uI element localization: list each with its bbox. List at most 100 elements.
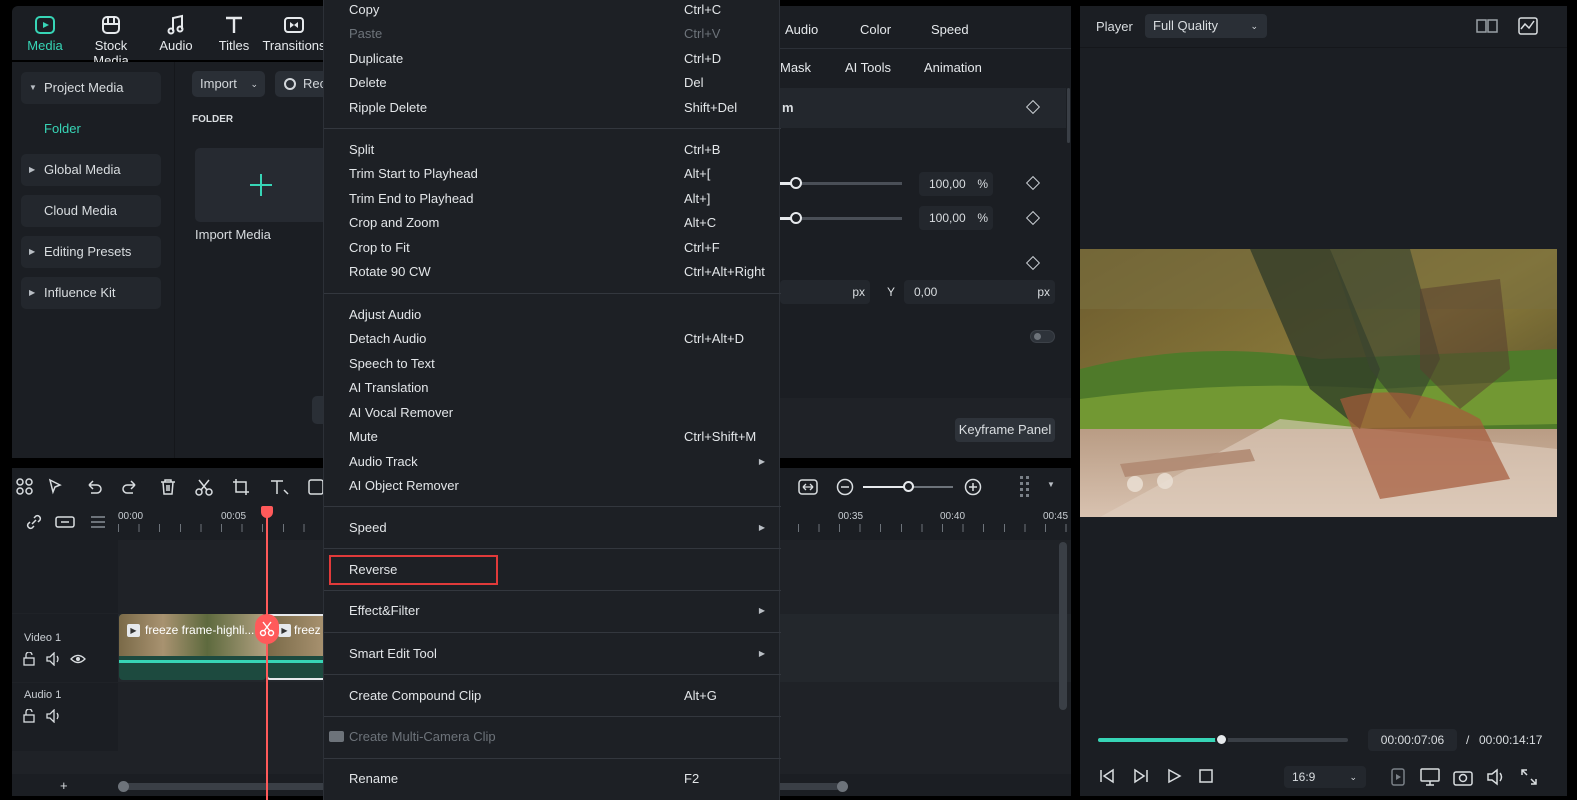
playhead-line[interactable]: [266, 506, 268, 800]
split-marker[interactable]: [255, 614, 279, 644]
menu-item-crop-to-fit[interactable]: Crop to Fit Ctrl+F: [349, 239, 769, 257]
menu-item-create-compound-clip[interactable]: Create Compound Clip Alt+G: [349, 687, 769, 705]
zoom-out-icon[interactable]: [836, 478, 854, 496]
sidebar-item-editing-presets[interactable]: ▶ Editing Presets: [21, 236, 161, 268]
undo-icon[interactable]: [85, 478, 103, 496]
menu-item-detach-audio[interactable]: Detach Audio Ctrl+Alt+D: [349, 330, 769, 348]
scale-x-field[interactable]: 100,00 %: [919, 172, 993, 196]
menu-item-smart-edit-tool[interactable]: Smart Edit Tool ▶: [349, 645, 769, 663]
current-time-field[interactable]: 00:00:07:06: [1368, 729, 1457, 751]
menu-item-copy[interactable]: Copy Ctrl+C: [349, 1, 769, 19]
menu-item-adjust-audio[interactable]: Adjust Audio: [349, 306, 769, 324]
menu-item-duplicate[interactable]: Duplicate Ctrl+D: [349, 50, 769, 68]
nav-titles[interactable]: Titles: [202, 10, 266, 58]
scrollbar-handle-left[interactable]: [118, 781, 129, 792]
sidebar-item-influence-kit[interactable]: ▶ Influence Kit: [21, 277, 161, 309]
keyframe-diamond-icon[interactable]: [1025, 175, 1041, 191]
import-media-tile[interactable]: [195, 148, 324, 222]
nav-audio[interactable]: Audio: [144, 10, 208, 58]
stop-icon[interactable]: [1198, 768, 1214, 784]
menu-item-speed[interactable]: Speed ▶: [349, 519, 769, 537]
record-button[interactable]: Rec: [275, 71, 326, 97]
nav-media[interactable]: Media: [12, 10, 78, 58]
menu-item-ai-object-remover[interactable]: AI Object Remover: [349, 477, 769, 495]
select-tool-icon[interactable]: [48, 478, 66, 496]
menu-item-mute[interactable]: Mute Ctrl+Shift+M: [349, 428, 769, 446]
text-tool-icon[interactable]: [269, 478, 291, 496]
sidebar-item-folder[interactable]: Folder: [21, 113, 161, 145]
subtab-mask[interactable]: Mask: [780, 60, 811, 75]
menu-item-speech-to-text[interactable]: Speech to Text: [349, 355, 769, 373]
position-x-field[interactable]: px: [780, 280, 870, 304]
menu-item-effect-filter[interactable]: Effect&Filter ▶: [349, 602, 769, 620]
scale-y-field[interactable]: 100,00 %: [919, 206, 993, 230]
lock-icon[interactable]: [22, 709, 36, 723]
track-height-icon[interactable]: [1018, 475, 1032, 499]
sidebar-item-global-media[interactable]: ▶ Global Media: [21, 154, 161, 186]
menu-item-trim-end-to-playhead[interactable]: Trim End to Playhead Alt+]: [349, 190, 769, 208]
render-preview-icon[interactable]: [1390, 768, 1406, 786]
slider-thumb[interactable]: [790, 177, 802, 189]
menu-item-rename[interactable]: Rename F2: [349, 770, 769, 788]
menu-item-crop-and-zoom[interactable]: Crop and Zoom Alt+C: [349, 214, 769, 232]
lock-icon[interactable]: [22, 652, 36, 666]
tab-color[interactable]: Color: [860, 22, 891, 37]
fullscreen-icon[interactable]: [1520, 768, 1538, 786]
menu-item-ripple-delete[interactable]: Ripple Delete Shift+Del: [349, 99, 769, 117]
sidebar-item-project-media[interactable]: ▼ Project Media: [21, 72, 161, 104]
caret-down-icon[interactable]: ▼: [1047, 480, 1055, 489]
video-clip-1[interactable]: ▶ freeze frame-highli...: [119, 614, 266, 680]
crop-icon[interactable]: [232, 478, 250, 496]
aspect-ratio-dropdown[interactable]: 16:9 ⌄: [1284, 766, 1366, 788]
section-header[interactable]: m: [780, 88, 1066, 128]
redo-icon[interactable]: [121, 478, 139, 496]
previous-frame-icon[interactable]: [1099, 768, 1115, 784]
play-icon[interactable]: [1166, 768, 1182, 784]
display-icon[interactable]: [1420, 768, 1440, 786]
delete-icon[interactable]: [159, 478, 177, 496]
playhead-handle[interactable]: [261, 506, 273, 518]
menu-item-rotate-90-cw[interactable]: Rotate 90 CW Ctrl+Alt+Right: [349, 263, 769, 281]
menu-item-split[interactable]: Split Ctrl+B: [349, 141, 769, 159]
zoom-slider[interactable]: [863, 481, 953, 492]
subtab-ai-tools[interactable]: AI Tools: [845, 60, 891, 75]
tab-audio[interactable]: Audio: [785, 22, 818, 37]
compare-view-icon[interactable]: [1476, 18, 1498, 34]
zoom-slider-thumb[interactable]: [903, 481, 914, 492]
magnet-icon[interactable]: [55, 514, 75, 530]
scissors-icon[interactable]: [195, 478, 213, 496]
keyframe-diamond-icon[interactable]: [1025, 255, 1041, 271]
position-y-field[interactable]: 0,00 px: [904, 280, 1055, 304]
sidebar-item-cloud-media[interactable]: Cloud Media: [21, 195, 161, 227]
speaker-icon[interactable]: [46, 709, 62, 723]
menu-item-audio-track[interactable]: Audio Track ▶: [349, 453, 769, 471]
snapshot-icon[interactable]: [1453, 768, 1473, 786]
track-manager-icon[interactable]: [89, 514, 107, 530]
volume-icon[interactable]: [1486, 768, 1506, 786]
eye-icon[interactable]: [70, 652, 86, 666]
add-track-button[interactable]: +: [60, 778, 68, 793]
menu-item-delete[interactable]: Delete Del: [349, 74, 769, 92]
zoom-in-icon[interactable]: [964, 478, 982, 496]
next-frame-icon[interactable]: [1133, 768, 1149, 784]
speaker-icon[interactable]: [46, 652, 62, 666]
tab-speed[interactable]: Speed: [931, 22, 969, 37]
vertical-scrollbar[interactable]: [1059, 542, 1067, 710]
import-dropdown[interactable]: Import ⌄: [192, 71, 265, 97]
menu-item-ai-translation[interactable]: AI Translation: [349, 379, 769, 397]
playback-thumb[interactable]: [1214, 733, 1228, 746]
menu-item-ai-vocal-remover[interactable]: AI Vocal Remover: [349, 404, 769, 422]
quality-dropdown[interactable]: Full Quality ⌄: [1145, 14, 1267, 38]
link-icon[interactable]: [25, 513, 43, 531]
video-preview[interactable]: [1080, 249, 1557, 517]
toggle-switch[interactable]: [1030, 330, 1055, 343]
subtab-animation[interactable]: Animation: [924, 60, 982, 75]
scrollbar-handle-right[interactable]: [837, 781, 848, 792]
layout-grid-icon[interactable]: [16, 478, 34, 496]
nav-stock-media[interactable]: Stock Media: [76, 10, 146, 68]
menu-item-trim-start-to-playhead[interactable]: Trim Start to Playhead Alt+[: [349, 165, 769, 183]
scrollbar[interactable]: [1067, 88, 1070, 143]
keyframe-diamond-icon[interactable]: [1025, 210, 1041, 226]
keyframe-panel-button[interactable]: Keyframe Panel: [955, 418, 1055, 442]
playback-progress-track[interactable]: [1098, 733, 1348, 746]
